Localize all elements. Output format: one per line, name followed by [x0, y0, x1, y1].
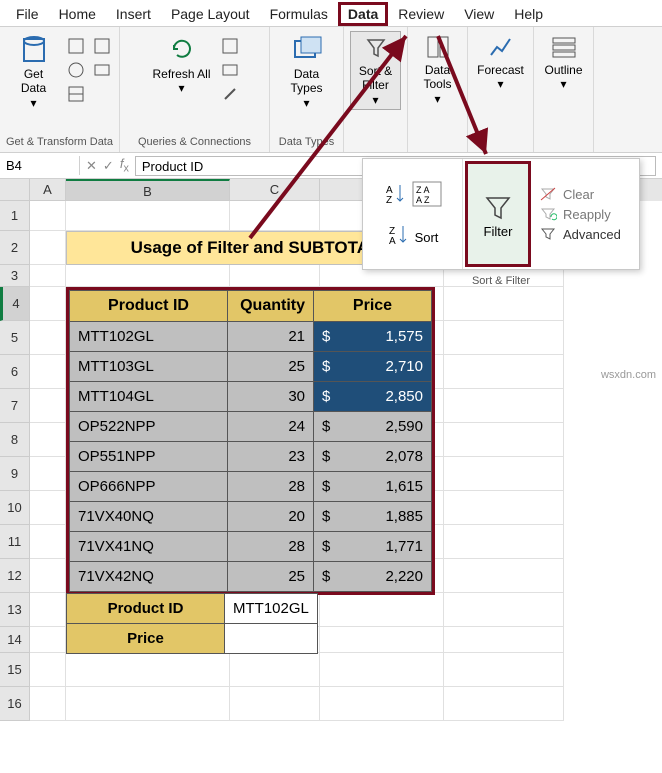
table-row[interactable]: MTT103GL 25 $2,710 [70, 352, 432, 382]
from-table-icon[interactable] [65, 83, 87, 105]
table-row[interactable]: 71VX40NQ 20 $1,885 [70, 502, 432, 532]
group-label-get-data: Get & Transform Data [6, 134, 113, 150]
svg-text:Z A: Z A [416, 185, 430, 195]
data-tools-icon [424, 33, 452, 61]
database-icon [18, 33, 50, 65]
sort-za-icon[interactable]: ZA [387, 222, 409, 253]
header-product-id: Product ID [70, 291, 228, 322]
tab-data[interactable]: Data [338, 2, 388, 26]
get-data-button[interactable]: Get Data ▾ [6, 31, 61, 112]
refresh-icon [166, 33, 198, 65]
col-B[interactable]: B [66, 179, 230, 201]
refresh-all-label: Refresh All [152, 67, 210, 81]
sort-dialog-icon[interactable]: Z AA Z [412, 181, 442, 212]
table-row[interactable]: 71VX41NQ 28 $1,771 [70, 532, 432, 562]
table-row[interactable]: MTT104GL 30 $2,850 [70, 382, 432, 412]
forecast-label: Forecast [477, 63, 524, 77]
svg-text:A Z: A Z [416, 195, 430, 205]
properties-icon[interactable] [219, 59, 241, 81]
tab-view[interactable]: View [454, 2, 504, 26]
name-box[interactable]: B4 [0, 156, 80, 175]
forecast-icon [487, 33, 515, 61]
header-price: Price [314, 291, 432, 322]
popup-group-label: Sort & Filter [363, 275, 639, 287]
data-tools-label: Data Tools [418, 63, 457, 92]
data-types-button[interactable]: Data Types ▾ [276, 31, 337, 112]
data-types-label: Data Types [280, 67, 333, 96]
header-quantity: Quantity [228, 291, 314, 322]
sort-filter-dropdown: AZ Z AA Z ZA Sort Filter Clear Reapply A… [362, 158, 640, 270]
lookup-table: Product IDMTT102GL Price [66, 593, 318, 654]
forecast-button[interactable]: Forecast ▾ [473, 31, 528, 94]
tab-help[interactable]: Help [504, 2, 553, 26]
sort-filter-icon [362, 34, 390, 62]
lookup-price-value[interactable] [225, 624, 318, 654]
from-text-icon[interactable] [65, 35, 87, 57]
data-table: Product IDQuantityPrice MTT102GL 21 $1,5… [66, 287, 435, 595]
outline-button[interactable]: Outline ▾ [540, 31, 586, 94]
existing-conn-icon[interactable] [91, 59, 113, 81]
table-row[interactable]: OP522NPP 24 $2,590 [70, 412, 432, 442]
sort-az-icon[interactable]: AZ [384, 181, 406, 212]
sort-filter-label: Sort & Filter [355, 64, 396, 93]
get-data-label: Get Data [10, 67, 57, 96]
ribbon: Get Data ▾ Get & Transform Data Refresh … [0, 27, 662, 153]
sort-filter-button[interactable]: Sort & Filter ▾ [350, 31, 401, 110]
tab-home[interactable]: Home [49, 2, 106, 26]
col-C[interactable]: C [230, 179, 320, 201]
outline-label: Outline [544, 63, 582, 77]
tab-insert[interactable]: Insert [106, 2, 161, 26]
reapply-button[interactable]: Reapply [539, 206, 633, 222]
table-row[interactable]: MTT102GL 21 $1,575 [70, 322, 432, 352]
select-all-corner[interactable] [0, 179, 30, 201]
watermark: wsxdn.com [601, 369, 656, 381]
clear-filter-button[interactable]: Clear [539, 186, 633, 202]
table-row[interactable]: OP666NPP 28 $1,615 [70, 472, 432, 502]
from-web-icon[interactable] [65, 59, 87, 81]
refresh-all-button[interactable]: Refresh All ▾ [148, 31, 214, 98]
table-row[interactable]: OP551NPP 23 $2,078 [70, 442, 432, 472]
tab-page-layout[interactable]: Page Layout [161, 2, 260, 26]
ribbon-tabs: File Home Insert Page Layout Formulas Da… [0, 0, 662, 27]
data-types-icon [291, 33, 323, 65]
group-label-datatypes: Data Types [279, 134, 334, 150]
svg-text:A: A [389, 236, 396, 247]
lookup-id-value[interactable]: MTT102GL [225, 594, 318, 624]
cancel-icon[interactable]: ✕ [86, 158, 97, 174]
col-A[interactable]: A [30, 179, 66, 201]
group-label-queries: Queries & Connections [138, 134, 251, 150]
table-row[interactable]: 71VX42NQ 25 $2,220 [70, 562, 432, 592]
queries-icon[interactable] [219, 35, 241, 57]
fx-icon[interactable]: fx [120, 156, 129, 175]
funnel-icon [481, 190, 515, 224]
sort-label[interactable]: Sort [415, 230, 439, 245]
edit-links-icon[interactable] [219, 83, 241, 105]
filter-label: Filter [484, 224, 513, 239]
advanced-button[interactable]: Advanced [539, 226, 633, 242]
tab-review[interactable]: Review [388, 2, 454, 26]
svg-text:Z: Z [386, 195, 392, 206]
data-tools-button[interactable]: Data Tools ▾ [414, 31, 461, 108]
lookup-id-label: Product ID [67, 594, 225, 624]
filter-button[interactable]: Filter [465, 161, 531, 267]
confirm-icon[interactable]: ✓ [103, 158, 114, 174]
lookup-price-label: Price [67, 624, 225, 654]
outline-icon [550, 33, 578, 61]
tab-formulas[interactable]: Formulas [260, 2, 338, 26]
recent-sources-icon[interactable] [91, 35, 113, 57]
tab-file[interactable]: File [6, 2, 49, 26]
